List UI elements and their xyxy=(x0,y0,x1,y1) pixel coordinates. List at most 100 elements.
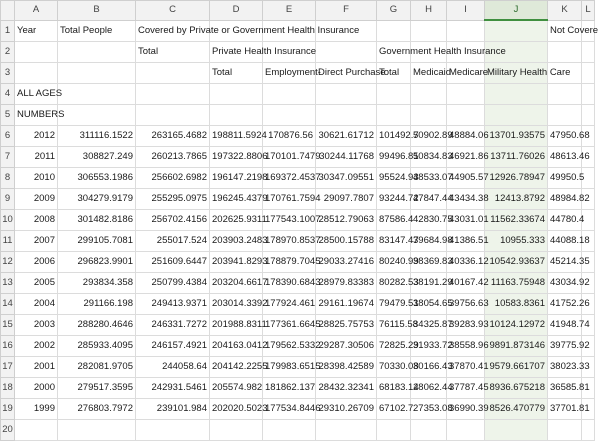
cell-c[interactable]: 250799.4384 xyxy=(135,272,210,294)
row-number[interactable]: 6 xyxy=(0,125,15,147)
cell-b2[interactable] xyxy=(57,41,136,63)
row-number[interactable]: 20 xyxy=(0,419,15,441)
cell-k2[interactable] xyxy=(547,41,582,63)
cell-e[interactable]: 177543.1007 xyxy=(262,209,320,231)
cell-g[interactable]: 70330.08 xyxy=(376,356,419,378)
cell-g4[interactable] xyxy=(376,83,411,105)
cell-i[interactable]: 48884.06 xyxy=(446,125,489,147)
empty-cell[interactable] xyxy=(446,419,485,441)
cell-d[interactable]: 205574.982 xyxy=(209,377,263,399)
cell-c[interactable]: 251609.6447 xyxy=(135,251,210,273)
cell-i3[interactable]: Medicare xyxy=(446,62,488,84)
cell-b5[interactable] xyxy=(57,104,136,126)
cell-b[interactable]: 306553.1986 xyxy=(57,167,136,189)
cell-l4[interactable] xyxy=(581,83,595,105)
cell-h[interactable]: 38369.83 xyxy=(410,251,453,273)
cell-h[interactable]: 50834.83 xyxy=(410,146,453,168)
cell-i[interactable]: 44905.57 xyxy=(446,167,489,189)
cell-e5[interactable] xyxy=(262,104,316,126)
cell-g[interactable]: 83147.47 xyxy=(376,230,419,252)
empty-cell[interactable] xyxy=(14,419,58,441)
cell-b[interactable]: 293834.358 xyxy=(57,272,136,294)
cell-f[interactable]: 28512.79063 xyxy=(315,209,377,231)
cell-c[interactable]: 242931.5461 xyxy=(135,377,210,399)
cell-l3[interactable] xyxy=(581,62,595,84)
cell-i[interactable]: 40336.12 xyxy=(446,251,489,273)
column-header-f[interactable]: F xyxy=(315,0,377,21)
cell-d2[interactable]: Private Health Insurance xyxy=(209,41,316,63)
cell-h[interactable]: 48533.07 xyxy=(410,167,453,189)
column-header-h[interactable]: H xyxy=(410,0,447,21)
cell-i[interactable]: 40167.42 xyxy=(446,272,489,294)
cell-e[interactable]: 177361.6645 xyxy=(262,314,320,336)
cell-k[interactable]: 38023.33 xyxy=(547,356,590,378)
cell-j4[interactable] xyxy=(484,83,548,105)
cell-b[interactable]: 308827.249 xyxy=(57,146,136,168)
cell-a4[interactable]: ALL AGES xyxy=(14,83,62,105)
cell-h4[interactable] xyxy=(410,83,447,105)
cell-e[interactable]: 178879.7045 xyxy=(262,251,320,273)
cell-k[interactable]: 44780.4 xyxy=(547,209,584,231)
cell-e[interactable]: 179983.6515 xyxy=(262,356,320,378)
cell-k[interactable]: 45214.35 xyxy=(547,251,590,273)
row-number[interactable]: 18 xyxy=(0,377,15,399)
cell-d[interactable]: 203903.2483 xyxy=(209,230,267,252)
empty-cell[interactable] xyxy=(547,419,582,441)
column-header-k[interactable]: K xyxy=(547,0,582,21)
cell-c[interactable]: 263165.4682 xyxy=(135,125,210,147)
cell-c4[interactable] xyxy=(135,83,210,105)
empty-cell[interactable] xyxy=(57,419,136,441)
column-header-i[interactable]: I xyxy=(446,0,485,21)
cell-d3[interactable]: Total xyxy=(209,62,263,84)
row-number[interactable]: 1 xyxy=(0,19,15,42)
cell-c[interactable]: 246157.4921 xyxy=(135,335,210,357)
cell-a[interactable]: 2002 xyxy=(14,335,58,357)
cell-e[interactable]: 181862.137 xyxy=(262,377,316,399)
cell-a[interactable]: 2009 xyxy=(14,188,58,210)
row-number[interactable]: 14 xyxy=(0,293,15,315)
cell-a5[interactable]: NUMBERS xyxy=(14,104,65,126)
cell-g1[interactable] xyxy=(376,19,411,42)
cell-f[interactable]: 28979.83383 xyxy=(315,272,377,294)
cell-i1[interactable] xyxy=(446,19,485,42)
cell-j[interactable]: 10955.333 xyxy=(484,230,548,252)
cell-g[interactable]: 67102.7 xyxy=(376,398,413,420)
row-number[interactable]: 15 xyxy=(0,314,15,336)
empty-cell[interactable] xyxy=(135,419,210,441)
column-header-g[interactable]: G xyxy=(376,0,411,21)
cell-a[interactable]: 2005 xyxy=(14,272,58,294)
cell-h[interactable]: 47847.44 xyxy=(410,188,453,210)
cell-j[interactable]: 12926.78947 xyxy=(484,167,548,189)
cell-f3[interactable]: Direct Purchase xyxy=(315,62,386,84)
cell-c3[interactable] xyxy=(135,62,210,84)
cell-c[interactable]: 256702.4156 xyxy=(135,209,210,231)
cell-j[interactable]: 13701.93575 xyxy=(484,125,548,147)
cell-i[interactable]: 39756.63 xyxy=(446,293,489,315)
cell-g[interactable]: 76115.58 xyxy=(376,314,418,336)
column-header-b[interactable]: B xyxy=(57,0,136,21)
column-header-d[interactable]: D xyxy=(209,0,263,21)
cell-b[interactable]: 296823.9901 xyxy=(57,251,136,273)
cell-h[interactable]: 34325.87 xyxy=(410,314,453,336)
cell-k[interactable]: 39775.92 xyxy=(547,335,590,357)
cell-c[interactable]: 256602.6982 xyxy=(135,167,210,189)
cell-c[interactable]: 249413.9371 xyxy=(135,293,210,315)
empty-cell[interactable] xyxy=(581,419,595,441)
cell-h[interactable]: 30166.43 xyxy=(410,356,453,378)
row-number[interactable]: 8 xyxy=(0,167,15,189)
cell-f[interactable]: 28500.15788 xyxy=(315,230,377,252)
cell-h5[interactable] xyxy=(410,104,447,126)
cell-c[interactable]: 260213.7865 xyxy=(135,146,210,168)
cell-h[interactable]: 38054.65 xyxy=(410,293,453,315)
cell-j1[interactable] xyxy=(484,19,548,42)
cell-f[interactable]: 29097.7807 xyxy=(315,188,377,210)
cell-d[interactable]: 201988.8311 xyxy=(209,314,267,336)
cell-c[interactable]: 255017.524 xyxy=(135,230,210,252)
cell-a[interactable]: 2010 xyxy=(14,167,58,189)
row-number[interactable]: 4 xyxy=(0,83,15,105)
row-number[interactable]: 13 xyxy=(0,272,15,294)
cell-g[interactable]: 99496.81 xyxy=(376,146,419,168)
cell-b[interactable]: 279517.3595 xyxy=(57,377,136,399)
empty-cell[interactable] xyxy=(410,419,447,441)
cell-c[interactable]: 244058.64 xyxy=(135,356,210,378)
